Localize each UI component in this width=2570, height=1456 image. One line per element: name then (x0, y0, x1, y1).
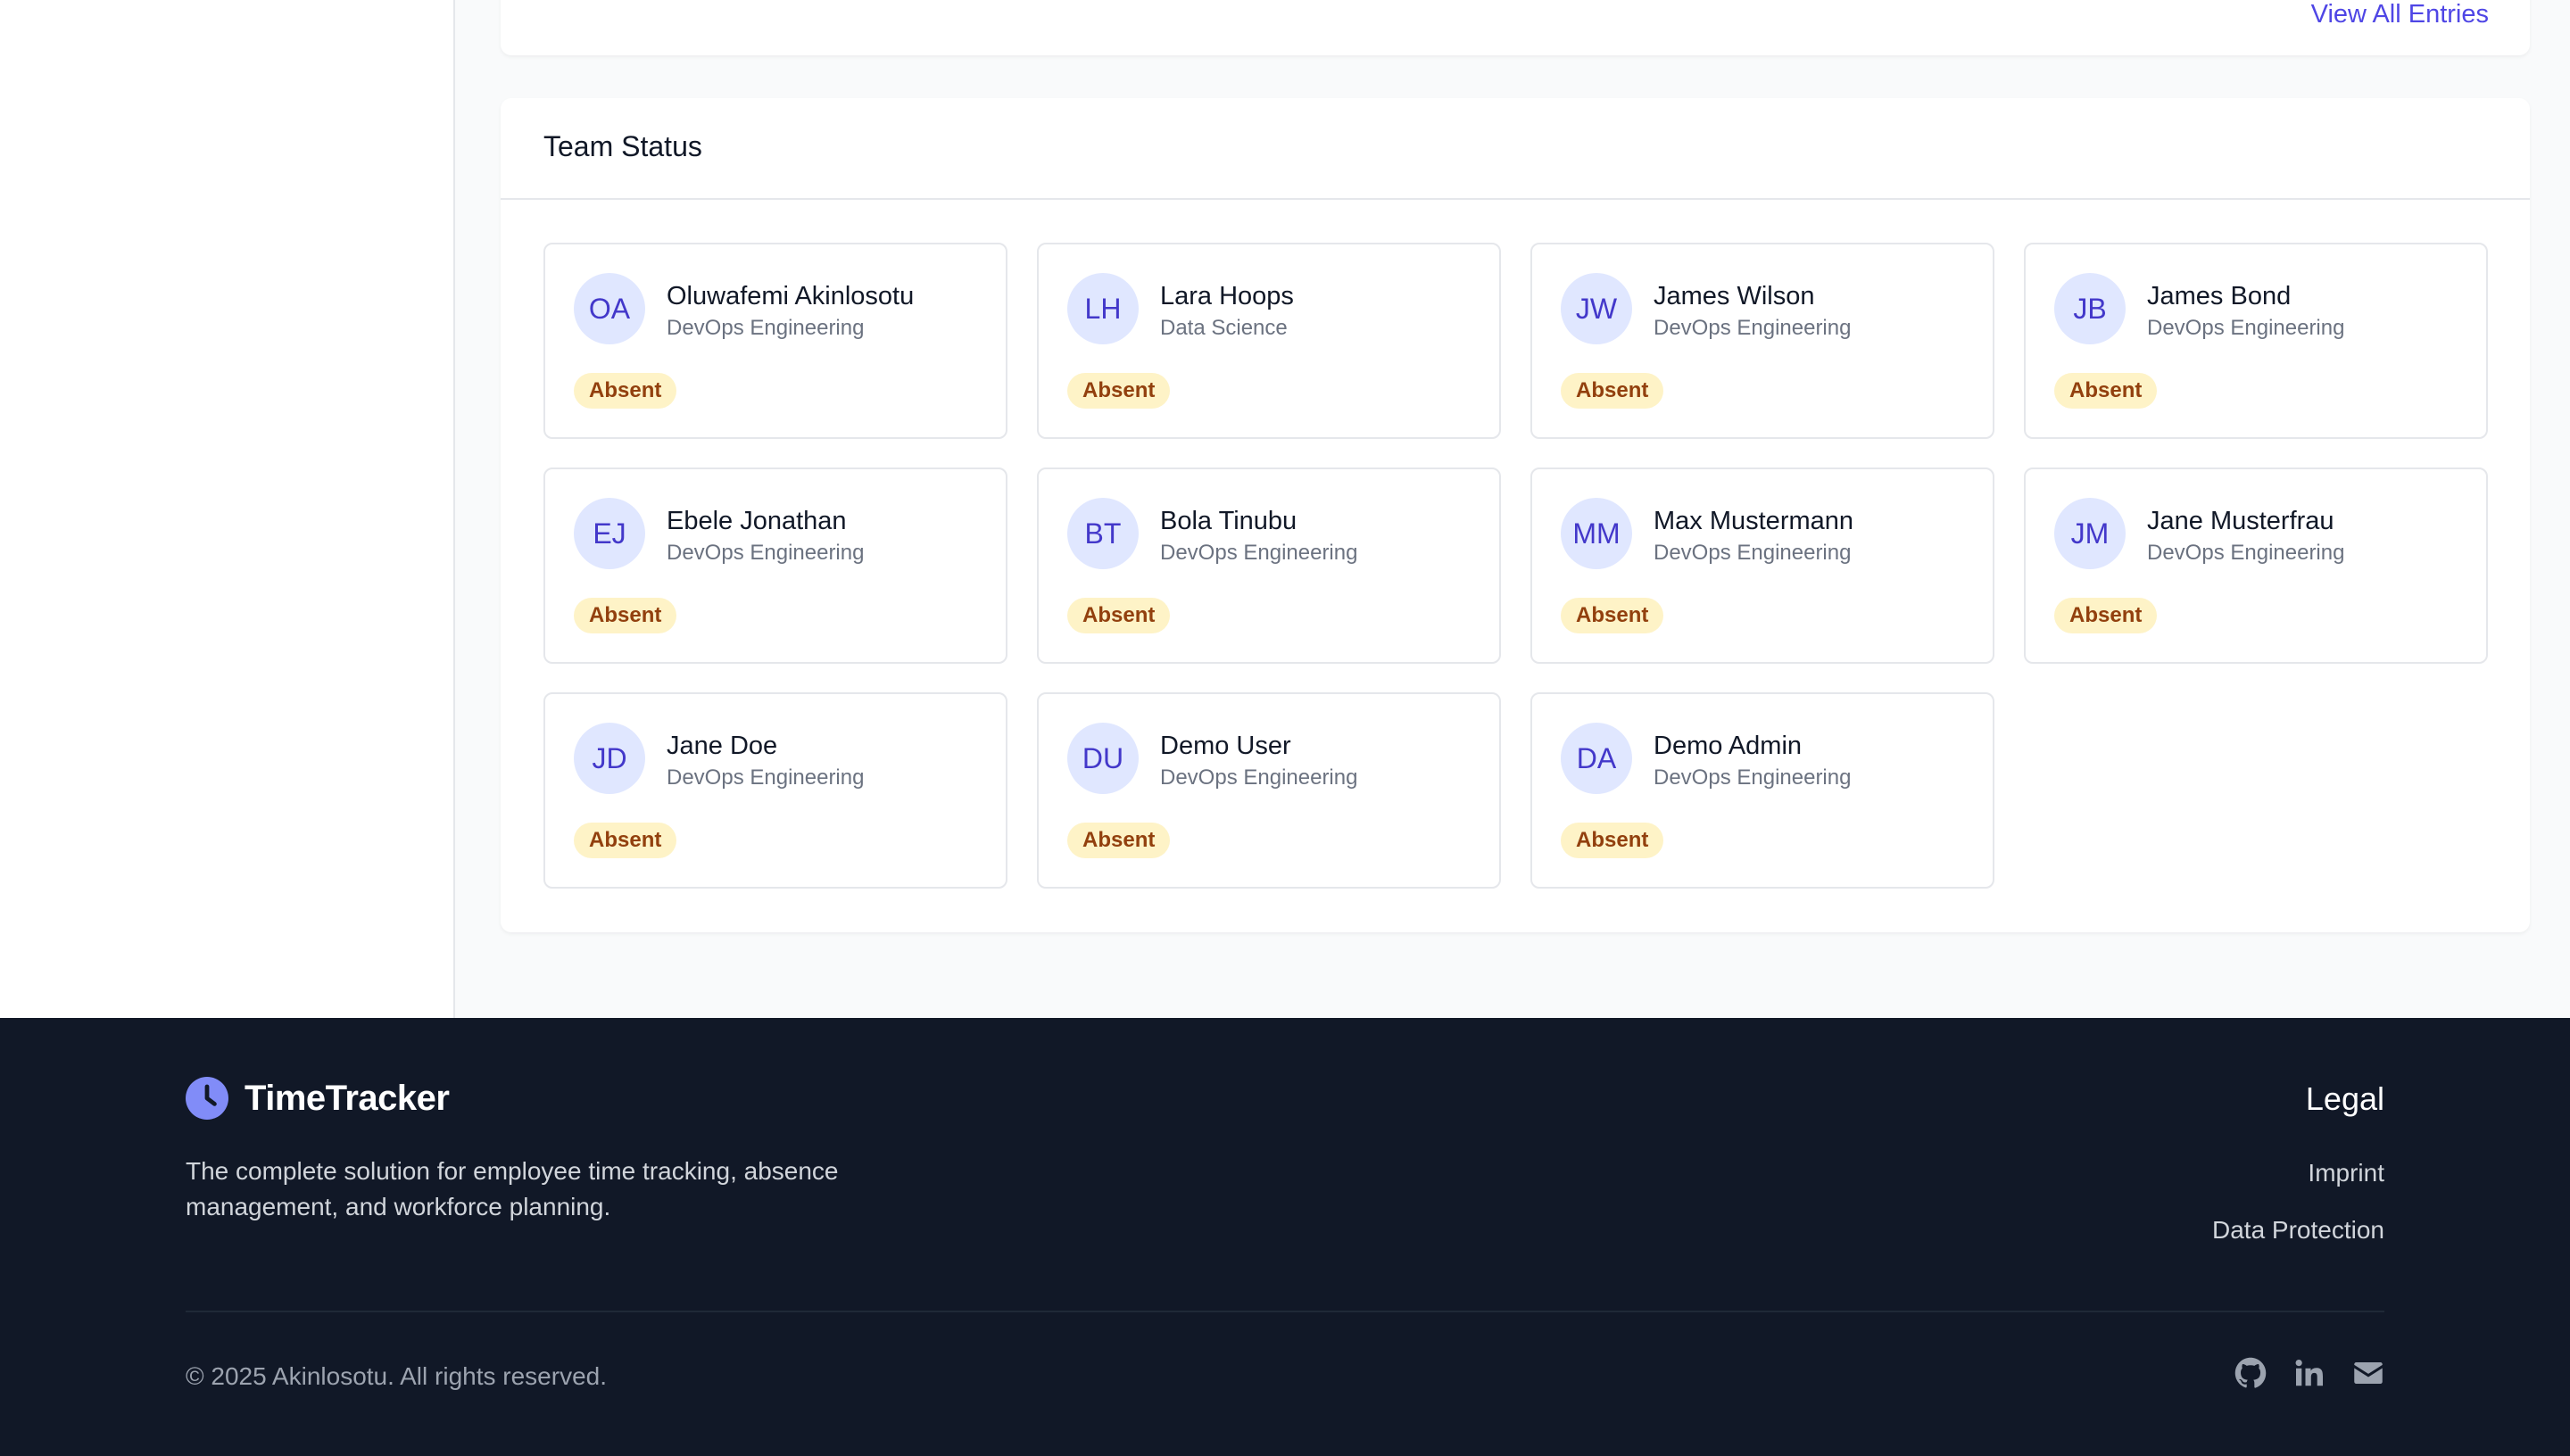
footer-brand[interactable]: TimeTracker (186, 1077, 450, 1120)
team-member-card: EJ Ebele Jonathan DevOps Engineering Abs… (543, 467, 1007, 664)
imprint-link[interactable]: Imprint (2308, 1159, 2384, 1187)
status-badge: Absent (1561, 598, 1664, 633)
brand-name: TimeTracker (245, 1078, 450, 1118)
status-badge: Absent (2054, 598, 2158, 633)
member-department: DevOps Engineering (1654, 765, 1852, 790)
data-protection-link[interactable]: Data Protection (2212, 1216, 2384, 1245)
member-department: DevOps Engineering (1160, 541, 1358, 565)
main-content: View All Entries Team Status OA Oluwafem… (456, 0, 2570, 1018)
avatar: DA (1561, 723, 1632, 794)
member-department: DevOps Engineering (1160, 765, 1358, 790)
team-member-card: JD Jane Doe DevOps Engineering Absent (543, 692, 1007, 889)
status-badge: Absent (1067, 823, 1171, 858)
team-member-card: JM Jane Musterfrau DevOps Engineering Ab… (2024, 467, 2488, 664)
member-name: Ebele Jonathan (667, 507, 847, 535)
member-name: Oluwafemi Akinlosotu (667, 282, 915, 310)
email-icon[interactable] (2352, 1357, 2384, 1389)
member-name: Bola Tinubu (1160, 507, 1297, 535)
avatar: LH (1067, 273, 1139, 344)
avatar: JW (1561, 273, 1632, 344)
avatar: JB (2054, 273, 2126, 344)
recent-entries-card: View All Entries (501, 0, 2530, 55)
member-department: DevOps Engineering (667, 316, 865, 340)
member-department: DevOps Engineering (1654, 541, 1852, 565)
avatar: JM (2054, 498, 2126, 569)
social-links (2234, 1357, 2384, 1389)
member-name: Jane Doe (667, 732, 778, 760)
member-department: DevOps Engineering (2147, 316, 2345, 340)
member-department: DevOps Engineering (1654, 316, 1852, 340)
footer-tagline: The complete solution for employee time … (186, 1157, 839, 1220)
member-name: Max Mustermann (1654, 507, 1854, 535)
status-badge: Absent (574, 823, 677, 858)
member-department: DevOps Engineering (2147, 541, 2345, 565)
member-name: Demo User (1160, 732, 1291, 760)
team-member-card: LH Lara Hoops Data Science Absent (1037, 243, 1501, 439)
legal-heading: Legal (2305, 1080, 2384, 1117)
status-badge: Absent (1067, 373, 1171, 409)
team-member-card: DU Demo User DevOps Engineering Absent (1037, 692, 1501, 889)
status-badge: Absent (1067, 598, 1171, 633)
status-badge: Absent (574, 373, 677, 409)
avatar: BT (1067, 498, 1139, 569)
team-member-card: MM Max Mustermann DevOps Engineering Abs… (1530, 467, 1994, 664)
view-all-entries-link[interactable]: View All Entries (2311, 0, 2489, 29)
avatar: JD (574, 723, 645, 794)
status-badge: Absent (2054, 373, 2158, 409)
avatar: OA (574, 273, 645, 344)
team-status-card: Team Status OA Oluwafemi Akinlosotu DevO… (501, 98, 2530, 932)
member-department: Data Science (1160, 316, 1288, 340)
clock-icon (186, 1077, 228, 1120)
team-member-card: DA Demo Admin DevOps Engineering Absent (1530, 692, 1994, 889)
linkedin-icon[interactable] (2293, 1357, 2325, 1389)
status-badge: Absent (1561, 373, 1664, 409)
status-badge: Absent (574, 598, 677, 633)
copyright-text: © 2025 Akinlosotu. All rights reserved. (186, 1362, 607, 1390)
sidebar (0, 0, 455, 1018)
member-name: James Bond (2147, 282, 2292, 310)
footer: TimeTracker The complete solution for em… (0, 1018, 2570, 1456)
status-badge: Absent (1561, 823, 1664, 858)
team-member-card: JW James Wilson DevOps Engineering Absen… (1530, 243, 1994, 439)
avatar: MM (1561, 498, 1632, 569)
team-member-card: OA Oluwafemi Akinlosotu DevOps Engineeri… (543, 243, 1007, 439)
github-icon[interactable] (2234, 1357, 2267, 1389)
team-status-header: Team Status (501, 98, 2530, 200)
member-name: Lara Hoops (1160, 282, 1294, 310)
footer-divider (186, 1311, 2384, 1312)
member-department: DevOps Engineering (667, 765, 865, 790)
team-member-card: BT Bola Tinubu DevOps Engineering Absent (1037, 467, 1501, 664)
member-name: Jane Musterfrau (2147, 507, 2334, 535)
team-status-title: Team Status (543, 130, 702, 162)
team-member-card: JB James Bond DevOps Engineering Absent (2024, 243, 2488, 439)
member-department: DevOps Engineering (667, 541, 865, 565)
member-name: James Wilson (1654, 282, 1815, 310)
avatar: DU (1067, 723, 1139, 794)
avatar: EJ (574, 498, 645, 569)
member-name: Demo Admin (1654, 732, 1803, 760)
team-member-grid: OA Oluwafemi Akinlosotu DevOps Engineeri… (543, 243, 2488, 889)
